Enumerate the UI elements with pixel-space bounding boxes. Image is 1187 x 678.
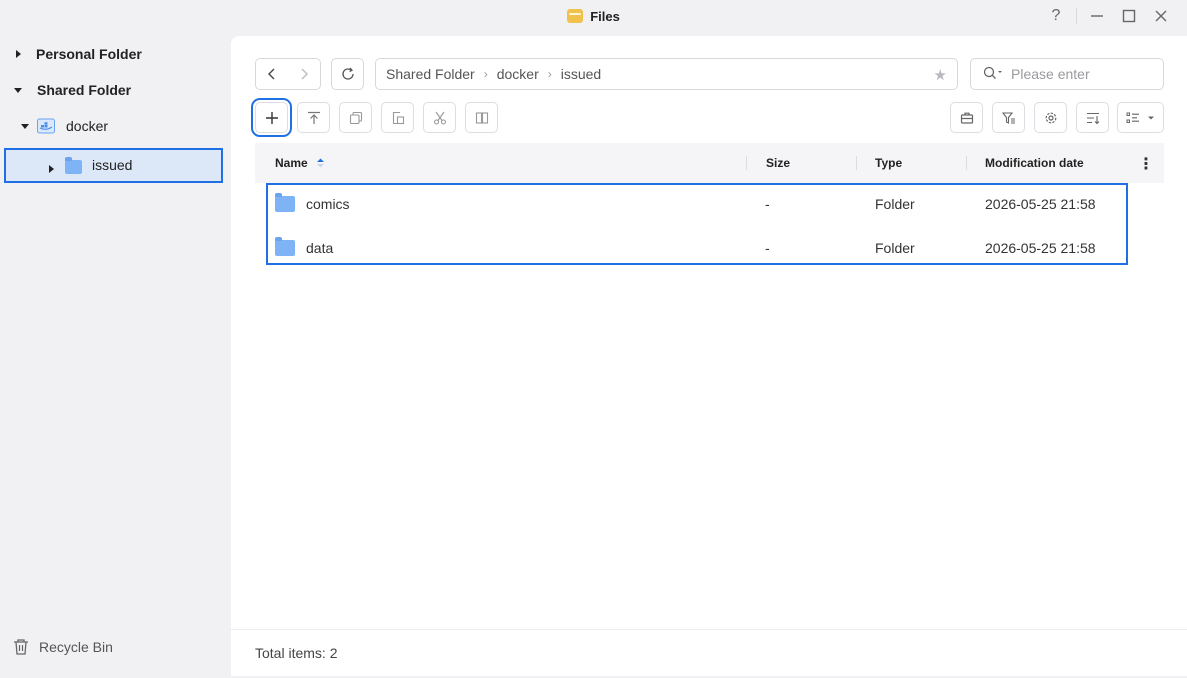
copy-icon bbox=[349, 111, 362, 124]
cut-button[interactable] bbox=[423, 102, 456, 133]
tree-label-shared-folder: Shared Folder bbox=[37, 82, 132, 98]
tree-node-shared-folder[interactable]: Shared Folder bbox=[14, 73, 131, 107]
column-divider[interactable] bbox=[966, 156, 967, 170]
window-title-text: Files bbox=[590, 8, 620, 24]
file-name[interactable]: data bbox=[306, 227, 333, 269]
column-header-name[interactable]: Name bbox=[275, 143, 325, 183]
search-box[interactable] bbox=[970, 58, 1164, 90]
file-date: 2026-05-25 21:58 bbox=[985, 196, 1096, 212]
sort-icon bbox=[1086, 112, 1099, 124]
title-bar: Files ? bbox=[0, 0, 1187, 32]
plus-icon bbox=[265, 111, 278, 124]
column-header-date[interactable]: Modification date bbox=[985, 143, 1084, 183]
recycle-bin[interactable]: Recycle Bin bbox=[12, 638, 113, 656]
folder-icon bbox=[275, 193, 295, 212]
main-panel: Shared Folder › docker › issued ★ Please… bbox=[231, 36, 1187, 676]
caret-right-icon-wrap bbox=[49, 160, 54, 176]
move-icon bbox=[475, 111, 488, 124]
window-controls-divider bbox=[1076, 8, 1077, 24]
list-view-icon bbox=[1126, 112, 1139, 123]
breadcrumb-separator-icon: › bbox=[483, 67, 488, 81]
paste-button[interactable] bbox=[381, 102, 414, 133]
column-divider[interactable] bbox=[856, 156, 857, 170]
file-type: Folder bbox=[875, 240, 915, 256]
column-header-type[interactable]: Type bbox=[875, 143, 902, 183]
caret-right-icon[interactable] bbox=[16, 50, 21, 58]
total-items-label: Total items: 2 bbox=[255, 645, 338, 661]
table-header: Name Size Type Modification date ⋮ bbox=[255, 143, 1164, 183]
tree-node-personal-folder[interactable]: Personal Folder bbox=[16, 37, 142, 71]
search-input[interactable] bbox=[1011, 66, 1151, 82]
search-dropdown-icon bbox=[983, 66, 1002, 79]
trash-icon bbox=[14, 639, 28, 655]
forward-button[interactable] bbox=[288, 59, 320, 89]
maximize-button[interactable] bbox=[1113, 4, 1145, 28]
tree-label-personal-folder: Personal Folder bbox=[36, 46, 142, 62]
filter-button[interactable] bbox=[992, 102, 1025, 133]
maximize-icon bbox=[1122, 9, 1136, 23]
tree-node-issued[interactable]: issued bbox=[4, 148, 223, 183]
window-controls: ? bbox=[1040, 4, 1177, 28]
recycle-bin-label: Recycle Bin bbox=[39, 639, 113, 655]
files-app-icon bbox=[567, 9, 584, 23]
briefcase-icon bbox=[960, 112, 973, 124]
file-date: 2026-05-25 21:58 bbox=[985, 240, 1096, 256]
briefcase-button[interactable] bbox=[950, 102, 983, 133]
history-nav bbox=[255, 58, 321, 90]
search-icon[interactable] bbox=[983, 66, 1011, 83]
file-name[interactable]: comics bbox=[306, 183, 350, 225]
breadcrumb-item[interactable]: issued bbox=[561, 66, 601, 82]
create-button[interactable] bbox=[251, 98, 292, 137]
scissors-icon bbox=[433, 111, 446, 125]
chevron-down-icon bbox=[1148, 116, 1154, 119]
column-divider[interactable] bbox=[746, 156, 747, 170]
breadcrumb-separator-icon: › bbox=[547, 67, 552, 81]
breadcrumb[interactable]: Shared Folder › docker › issued ★ bbox=[375, 58, 958, 90]
refresh-icon bbox=[341, 67, 354, 80]
table-row[interactable]: data - Folder 2026-05-25 21:58 bbox=[267, 227, 1127, 269]
move-button[interactable] bbox=[465, 102, 498, 133]
copy-button[interactable] bbox=[339, 102, 372, 133]
file-type: Folder bbox=[875, 196, 915, 212]
window-title: Files bbox=[0, 0, 1187, 32]
minimize-icon bbox=[1091, 15, 1103, 17]
upload-button[interactable] bbox=[297, 102, 330, 133]
paste-icon bbox=[392, 111, 404, 124]
folder-icon bbox=[65, 157, 82, 174]
breadcrumb-item[interactable]: docker bbox=[497, 66, 539, 82]
view-mode-dropdown[interactable] bbox=[1117, 102, 1164, 133]
chevron-left-icon bbox=[268, 68, 275, 80]
filter-icon bbox=[1001, 111, 1015, 124]
tree-label-issued: issued bbox=[92, 157, 133, 173]
sort-asc-icon[interactable] bbox=[316, 158, 325, 168]
sort-button[interactable] bbox=[1076, 102, 1109, 133]
tree-label-docker: docker bbox=[66, 118, 109, 134]
more-options-icon[interactable]: ⋮ bbox=[1138, 154, 1154, 174]
star-icon[interactable]: ★ bbox=[934, 66, 947, 84]
file-size: - bbox=[765, 240, 770, 256]
caret-down-icon[interactable] bbox=[14, 87, 22, 93]
settings-button[interactable] bbox=[1034, 102, 1067, 133]
close-button[interactable] bbox=[1145, 4, 1177, 28]
sidebar: Personal Folder Shared Folder docker iss… bbox=[0, 32, 231, 678]
back-button[interactable] bbox=[256, 59, 288, 89]
minimize-button[interactable] bbox=[1081, 4, 1113, 28]
table-row[interactable]: comics - Folder 2026-05-25 21:58 bbox=[267, 183, 1127, 225]
column-header-size[interactable]: Size bbox=[766, 143, 790, 183]
caret-down-icon[interactable] bbox=[21, 123, 29, 129]
breadcrumb-item[interactable]: Shared Folder bbox=[386, 66, 475, 82]
chevron-right-icon bbox=[301, 68, 308, 80]
upload-icon bbox=[307, 111, 320, 124]
status-bar: Total items: 2 bbox=[231, 629, 1187, 676]
refresh-button[interactable] bbox=[331, 58, 364, 90]
caret-right-icon[interactable] bbox=[49, 165, 54, 173]
gear-icon bbox=[1045, 112, 1056, 123]
close-icon bbox=[1155, 10, 1167, 22]
help-button[interactable]: ? bbox=[1040, 4, 1072, 28]
folder-icon bbox=[275, 237, 295, 256]
file-size: - bbox=[765, 196, 770, 212]
shared-folder-icon bbox=[37, 118, 55, 134]
column-header-name-label: Name bbox=[275, 156, 308, 170]
tree-node-docker[interactable]: docker bbox=[21, 109, 108, 143]
